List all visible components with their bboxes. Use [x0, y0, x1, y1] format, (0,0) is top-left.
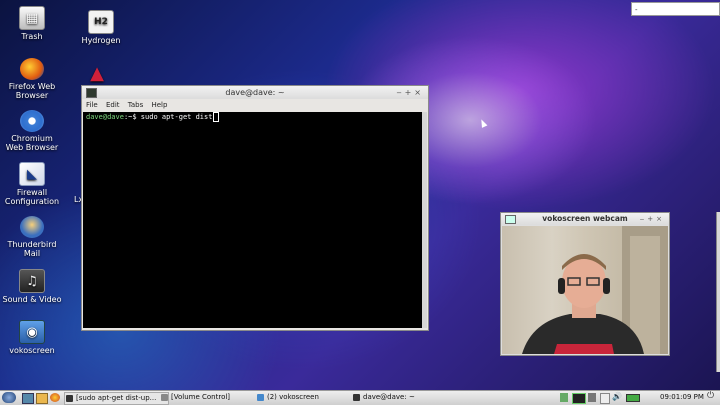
clock[interactable]: 09:01:09 PM	[660, 393, 704, 401]
desktop-icon-label: Web Browser	[5, 143, 59, 152]
menu-tabs[interactable]: Tabs	[128, 101, 144, 109]
file-manager-icon[interactable]	[36, 393, 48, 404]
desktop-icon-chromium[interactable]: Chromium Web Browser	[1, 110, 63, 152]
thunderbird-icon	[20, 216, 44, 238]
menu-file[interactable]: File	[86, 101, 98, 109]
battery-icon[interactable]	[626, 394, 640, 402]
task-label: dave@dave: ~	[363, 393, 415, 401]
menu-help[interactable]: Help	[151, 101, 167, 109]
desktop-icon-vokoscreen[interactable]: ◉ vokoscreen	[1, 320, 63, 355]
text-cursor	[213, 112, 220, 122]
desktop-icon-label: Thunderbird	[7, 240, 57, 249]
desktop-icon-label: Firefox Web	[8, 82, 56, 91]
taskbar-task-terminal[interactable]: dave@dave: ~	[352, 392, 455, 403]
desktop-icon-thunderbird[interactable]: Thunderbird Mail	[1, 216, 63, 258]
taskbar-task-vokoscreen[interactable]: (2) vokoscreen	[256, 392, 359, 403]
desktop-icon-hydrogen[interactable]: H2 Hydrogen	[70, 10, 132, 45]
webcam-window-icon	[505, 215, 516, 224]
desktop-icon-label: Mail	[23, 249, 41, 258]
taskbar: [sudo apt-get dist-up... [Volume Control…	[0, 390, 720, 405]
task-label: [sudo apt-get dist-up...	[76, 394, 157, 402]
clipboard-icon[interactable]	[600, 393, 610, 404]
triangle-app-icon: ▲	[90, 62, 104, 84]
desktop-icon-label: Trash	[21, 32, 43, 41]
menu-edit[interactable]: Edit	[106, 101, 120, 109]
task-label: (2) vokoscreen	[267, 393, 319, 401]
window-controls[interactable]: ‒+×	[397, 86, 425, 99]
window-controls[interactable]: ‒+×	[640, 213, 665, 225]
desktop-icon-label: Browser	[15, 91, 49, 100]
terminal-screen[interactable]: dave@dave:~$ sudo apt-get dist	[83, 112, 427, 328]
terminal-command: sudo apt-get dist	[140, 113, 213, 121]
taskbar-task-volume-control[interactable]: [Volume Control]	[160, 392, 263, 403]
shield-icon: ◣	[19, 162, 45, 186]
minimize-icon[interactable]: ‒	[397, 88, 405, 97]
terminal-scrollbar[interactable]	[422, 112, 427, 328]
hydrogen-icon: H2	[88, 10, 114, 34]
close-icon[interactable]: ×	[414, 88, 424, 97]
chromium-icon	[20, 110, 44, 132]
terminal-menubar: File Edit Tabs Help	[82, 99, 428, 111]
volume-icon	[161, 394, 168, 401]
desktop-icon-label: Chromium	[11, 134, 53, 143]
network-icon[interactable]	[588, 393, 596, 402]
tray-area: 🔊	[560, 392, 648, 404]
desktop-icon-trash[interactable]: ▦ Trash	[1, 6, 63, 41]
power-icon[interactable]: ⏻	[707, 391, 714, 401]
desktop-icon-label: Configuration	[4, 197, 60, 206]
trash-icon: ▦	[19, 6, 45, 30]
desktop-icon-label: Firewall	[16, 188, 48, 197]
prompt-rest: :~$	[123, 113, 141, 121]
webcam-person-image	[522, 226, 668, 354]
terminal-icon	[353, 394, 360, 401]
desktop-icon-label: Hydrogen	[81, 36, 121, 45]
webcam-title: vokoscreen webcam	[542, 214, 628, 223]
maximize-icon[interactable]: +	[647, 215, 656, 223]
offscreen-window-edge	[716, 212, 720, 372]
taskbar-task-terminal-upgrade[interactable]: [sudo apt-get dist-up...	[64, 392, 169, 405]
vokoscreen-icon: ◉	[19, 320, 45, 344]
maximize-icon[interactable]: +	[405, 88, 415, 97]
terminal-window[interactable]: dave@dave: ~ ‒+× File Edit Tabs Help dav…	[81, 85, 429, 331]
workspace-icon[interactable]	[560, 393, 568, 402]
close-icon[interactable]: ×	[656, 215, 665, 223]
webcam-window[interactable]: vokoscreen webcam ‒+×	[500, 212, 670, 356]
cpu-monitor-icon[interactable]	[572, 393, 586, 404]
webcam-video	[502, 226, 668, 354]
task-label: [Volume Control]	[171, 393, 231, 401]
mouse-pointer-icon	[478, 118, 488, 128]
desktop-icon-sound-video[interactable]: ♫ Sound & Video	[1, 269, 63, 304]
show-desktop-icon[interactable]	[22, 393, 34, 404]
terminal-title: dave@dave: ~	[225, 88, 285, 97]
browser-launcher-icon[interactable]	[50, 393, 60, 402]
desktop-icon-red-app[interactable]: ▲	[70, 62, 124, 86]
terminal-icon	[66, 395, 73, 402]
terminal-icon	[86, 88, 97, 98]
volume-icon[interactable]: 🔊	[612, 392, 622, 401]
sound-video-icon: ♫	[19, 269, 45, 293]
terminal-titlebar[interactable]: dave@dave: ~ ‒+×	[82, 86, 428, 99]
desktop-icon-firefox[interactable]: Firefox Web Browser	[1, 58, 63, 100]
webcam-titlebar[interactable]: vokoscreen webcam ‒+×	[501, 213, 669, 225]
top-right-input[interactable]: -	[631, 2, 720, 16]
vokoscreen-icon	[257, 394, 264, 401]
prompt-user: dave@dave	[86, 113, 124, 121]
desktop-icon-label: vokoscreen	[9, 346, 55, 355]
firefox-icon	[20, 58, 44, 80]
desktop-icon-label: Sound & Video	[2, 295, 62, 304]
start-menu-button[interactable]	[2, 392, 16, 403]
desktop-icon-firewall[interactable]: ◣ Firewall Configuration	[1, 162, 63, 206]
